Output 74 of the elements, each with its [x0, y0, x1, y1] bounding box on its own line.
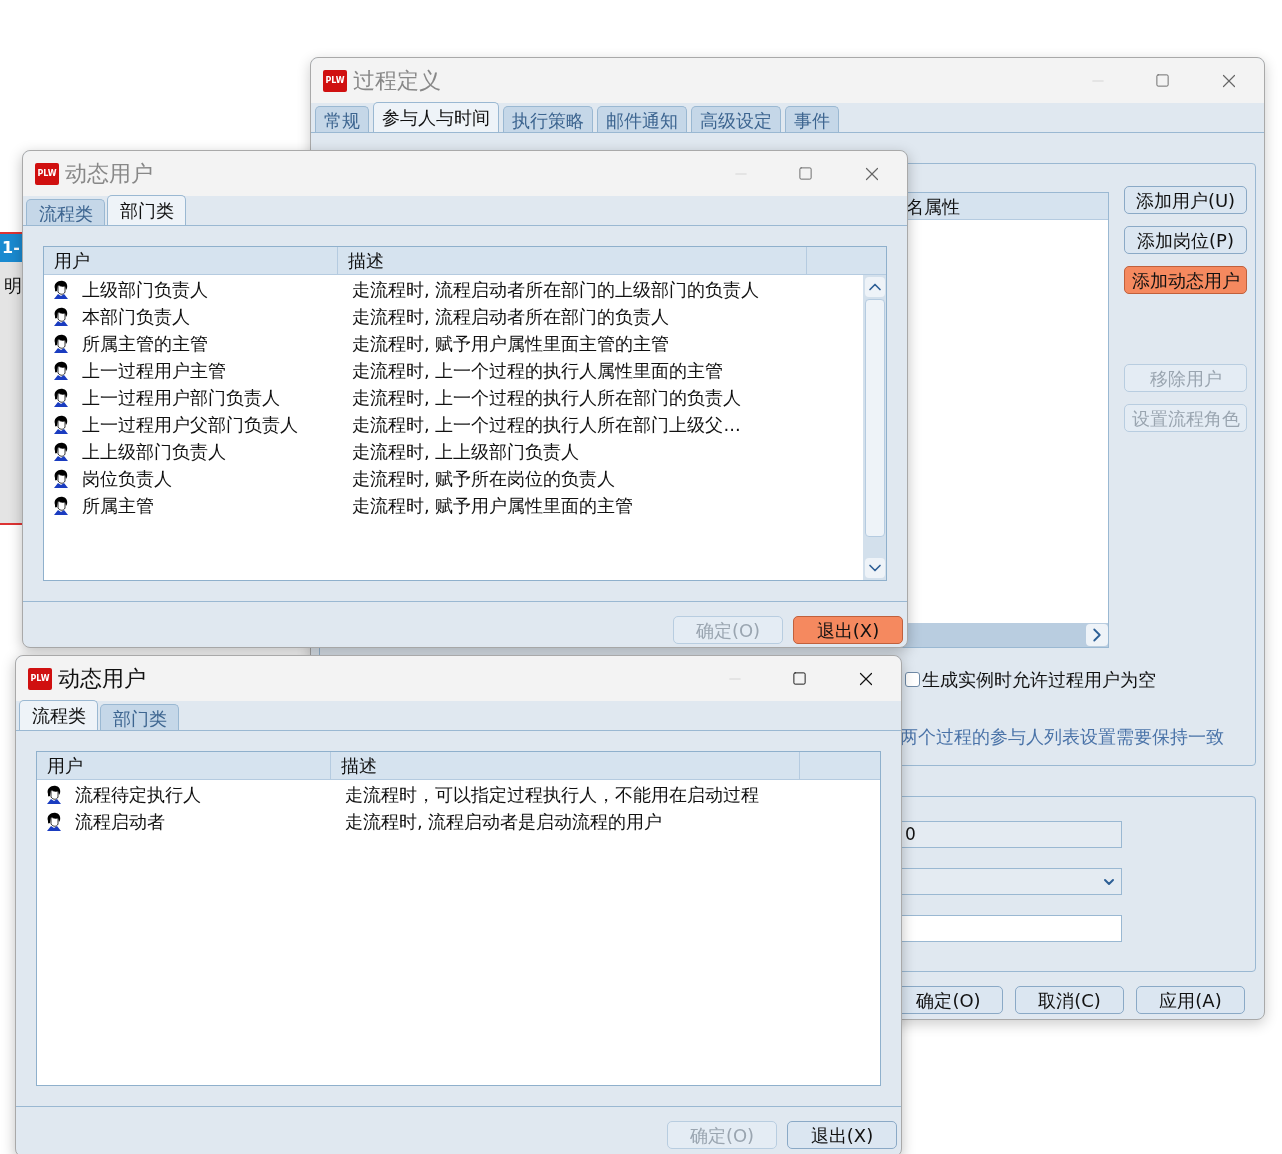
- user-description: 走流程时, 上一个过程的执行人所在部门的负责人: [351, 386, 742, 410]
- button[interactable]: 添加动态用户: [1124, 266, 1247, 294]
- person-icon: [45, 811, 63, 832]
- user-name: 所属主管的主管: [82, 332, 208, 356]
- user-description: 走流程时, 流程启动者所在部门的上级部门的负责人: [351, 278, 760, 302]
- button[interactable]: 退出(X): [787, 1121, 897, 1149]
- person-icon: [52, 495, 70, 516]
- button[interactable]: 应用(A): [1136, 986, 1245, 1014]
- column-header[interactable]: 用户: [37, 752, 331, 779]
- app-logo: PLW: [35, 162, 59, 185]
- user-description: 走流程时，可以指定过程执行人，不能用在启动过程: [344, 783, 759, 807]
- column-header[interactable]: 用户: [44, 247, 338, 274]
- maximize-icon[interactable]: [1155, 73, 1170, 88]
- user-name: 上一过程用户父部门负责人: [82, 413, 298, 437]
- scroll-down-icon[interactable]: [864, 558, 885, 578]
- user-name: 流程待定执行人: [75, 783, 201, 807]
- scroll-up-icon[interactable]: [864, 277, 885, 297]
- person-icon: [52, 387, 70, 408]
- person-icon: [52, 441, 70, 462]
- person-icon: [52, 468, 70, 489]
- tab[interactable]: 常规: [315, 106, 369, 132]
- window-title: 动态用户: [65, 160, 153, 188]
- user-name: 上上级部门负责人: [82, 440, 226, 464]
- tab[interactable]: 流程类: [26, 199, 105, 225]
- user-description: 走流程时, 上上级部门负责人: [351, 440, 580, 464]
- user-description: 走流程时, 流程启动者所在部门的负责人: [351, 305, 670, 329]
- user-name: 上级部门负责人: [82, 278, 208, 302]
- tab[interactable]: 部门类: [100, 704, 179, 730]
- tab[interactable]: 高级设定: [691, 106, 781, 132]
- scrollbar[interactable]: [863, 275, 886, 580]
- column-header[interactable]: 描述: [331, 752, 800, 779]
- user-name: 本部门负责人: [82, 305, 190, 329]
- button[interactable]: 取消(C): [1015, 986, 1124, 1014]
- column-header[interactable]: 名属性: [906, 192, 960, 220]
- header-badge: 1-: [0, 234, 24, 262]
- user-description: 走流程时, 上一个过程的执行人属性里面的主管: [351, 359, 724, 383]
- tab[interactable]: 邮件通知: [597, 106, 687, 132]
- scroll-thumb[interactable]: [864, 299, 885, 537]
- app-logo: PLW: [28, 667, 52, 690]
- maximize-icon[interactable]: [798, 166, 813, 181]
- user-name: 上一过程用户主管: [82, 359, 226, 383]
- checkbox[interactable]: [905, 672, 920, 687]
- user-name: 流程启动者: [75, 810, 165, 834]
- user-description: 走流程时, 流程启动者是启动流程的用户: [344, 810, 663, 834]
- window-title: 过程定义: [353, 67, 441, 95]
- tab[interactable]: 流程类: [19, 700, 98, 730]
- person-icon: [52, 360, 70, 381]
- column-header[interactable]: 描述: [338, 247, 807, 274]
- tab[interactable]: 部门类: [107, 195, 186, 225]
- scroll-right-icon[interactable]: [1086, 624, 1108, 646]
- tab[interactable]: 执行策略: [503, 106, 593, 132]
- person-icon: [52, 333, 70, 354]
- app-logo: PLW: [323, 69, 347, 92]
- user-name: 岗位负责人: [82, 467, 172, 491]
- user-name: 所属主管: [82, 494, 154, 518]
- button[interactable]: 添加岗位(P): [1124, 226, 1247, 254]
- note-text: 两个过程的参与人列表设置需要保持一致: [899, 725, 1225, 749]
- tab[interactable]: 事件: [785, 106, 839, 132]
- user-description: 走流程时, 赋予所在岗位的负责人: [351, 467, 616, 491]
- person-icon: [52, 414, 70, 435]
- checkbox-label: 生成实例时允许过程用户为空: [922, 668, 1156, 692]
- person-icon: [52, 279, 70, 300]
- person-icon: [52, 306, 70, 327]
- user-description: 走流程时, 赋予用户属性里面的主管: [351, 494, 634, 518]
- tab[interactable]: 参与人与时间: [373, 102, 499, 132]
- maximize-icon[interactable]: [792, 671, 807, 686]
- button[interactable]: 添加用户(U): [1124, 186, 1247, 214]
- label: 明: [3, 274, 23, 298]
- user-name: 上一过程用户部门负责人: [82, 386, 280, 410]
- button[interactable]: 退出(X): [793, 616, 903, 644]
- user-description: 走流程时, 上一个过程的执行人所在部门上级父...: [351, 413, 741, 437]
- window-title: 动态用户: [58, 665, 146, 693]
- user-description: 走流程时, 赋予用户属性里面主管的主管: [351, 332, 670, 356]
- person-icon: [45, 784, 63, 805]
